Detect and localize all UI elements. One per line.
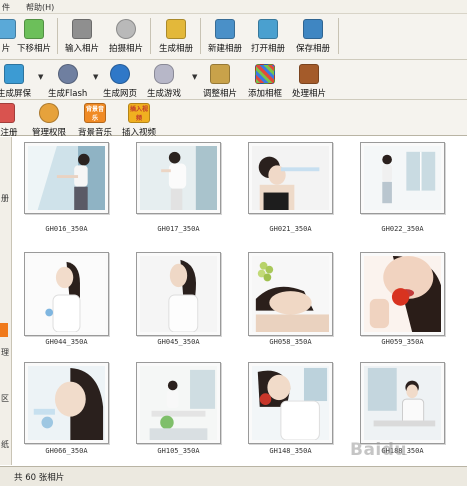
photo-image xyxy=(364,146,441,210)
photo-filename: GH059_350A xyxy=(381,338,424,346)
process-photo-button[interactable]: 处理相片 xyxy=(292,64,326,99)
move-down-photo-button[interactable]: 下移相片 xyxy=(17,19,51,54)
process-photo-icon xyxy=(299,64,319,84)
create-album-button[interactable]: 生成相册 xyxy=(159,19,193,54)
photo-image xyxy=(28,366,105,440)
new-album-button[interactable]: 新建相册 xyxy=(208,19,242,54)
photo-thumbnail[interactable] xyxy=(360,252,445,336)
photo-frame-icon xyxy=(255,64,275,84)
photo-filename: GH022_350A xyxy=(381,225,424,233)
register-button[interactable]: 户注册 xyxy=(0,103,18,138)
camera-icon xyxy=(116,19,136,39)
toolbar-separator xyxy=(200,18,201,54)
photo-filename: GH148_350A xyxy=(269,447,312,455)
menu-help[interactable]: 帮助(H) xyxy=(26,2,54,13)
adjust-photo-icon xyxy=(210,64,230,84)
photo-image xyxy=(252,146,329,210)
open-album-button[interactable]: 打开相册 xyxy=(251,19,285,54)
photo-image xyxy=(140,366,217,440)
manage-permissions-button[interactable]: 管理权限 xyxy=(32,103,66,138)
folder-photo-icon xyxy=(0,19,16,39)
photo-thumbnail[interactable] xyxy=(136,142,221,214)
output-toolbar: 生成屏保 ▼ 生成Flash ▼ 生成网页 生成游戏 ▼ 调整相片 添加相框 处… xyxy=(0,60,467,100)
status-bar: 共 60 张相片 xyxy=(0,466,467,486)
photo-filename: GH066_350A xyxy=(45,447,88,455)
create-game-button[interactable]: 生成游戏 xyxy=(147,64,181,99)
background-music-icon: 背景音乐 xyxy=(84,103,106,123)
left-panel-label[interactable]: 区 xyxy=(1,393,9,404)
import-photo-icon xyxy=(72,19,92,39)
create-screensaver-button[interactable]: 生成屏保 xyxy=(0,64,31,99)
flash-icon xyxy=(57,64,78,84)
insert-video-button[interactable]: 插入视频 插入视频 xyxy=(122,103,156,138)
left-panel-strip: 册 理 区 纸 xyxy=(0,137,12,465)
capture-photo-button[interactable]: 拍摄相片 xyxy=(109,19,143,54)
register-icon xyxy=(0,103,15,123)
photo-thumbnail[interactable] xyxy=(360,142,445,214)
ie-browser-icon xyxy=(110,64,130,84)
move-down-photo-icon xyxy=(24,19,44,39)
gamepad-icon xyxy=(154,64,174,84)
permissions-icon xyxy=(39,103,59,123)
left-panel-label[interactable]: 纸 xyxy=(1,439,9,450)
toolbar-separator xyxy=(57,18,58,54)
toolbar-separator xyxy=(150,18,151,54)
photo-thumbnail[interactable] xyxy=(248,142,333,214)
open-album-icon xyxy=(258,19,278,39)
left-panel-marker xyxy=(0,323,8,337)
photo-image xyxy=(140,146,217,210)
photo-image xyxy=(28,256,105,332)
photo-thumbnail[interactable] xyxy=(136,362,221,444)
insert-video-icon: 插入视频 xyxy=(128,103,150,123)
chevron-down-icon[interactable]: ▼ xyxy=(38,73,43,81)
screensaver-icon xyxy=(4,64,24,84)
create-flash-button[interactable]: 生成Flash xyxy=(48,64,87,99)
photo-thumbnail[interactable] xyxy=(24,362,109,444)
photo-thumbnail[interactable] xyxy=(24,252,109,336)
left-panel-label[interactable]: 理 xyxy=(1,347,9,358)
left-panel-label[interactable]: 册 xyxy=(1,193,9,204)
menu-file[interactable]: 件 xyxy=(2,2,10,13)
photo-gallery: GH016_350A GH017_350A GH021_350A GH022_3… xyxy=(13,137,467,465)
main-toolbar: 片 下移相片 输入相片 拍摄相片 生成相册 新建相册 打开相册 保存相册 xyxy=(0,14,467,60)
chevron-down-icon[interactable]: ▼ xyxy=(93,73,98,81)
photo-filename: GH105_350A xyxy=(157,447,200,455)
create-album-icon xyxy=(166,19,186,39)
photo-filename: GH017_350A xyxy=(157,225,200,233)
toolbar-separator xyxy=(338,18,339,54)
photo-filename: GH044_350A xyxy=(45,338,88,346)
photo-filename: GH058_350A xyxy=(269,338,312,346)
watermark: Baidu xyxy=(350,440,408,460)
photo-button[interactable]: 片 xyxy=(0,19,16,54)
extras-toolbar: 户注册 管理权限 背景音乐 背景音乐 插入视频 插入视频 xyxy=(0,100,467,138)
photo-filename: GH016_350A xyxy=(45,225,88,233)
adjust-photo-button[interactable]: 调整相片 xyxy=(203,64,237,99)
photo-thumbnail[interactable] xyxy=(360,362,445,444)
photo-thumbnail[interactable] xyxy=(248,252,333,336)
add-frame-button[interactable]: 添加相框 xyxy=(248,64,282,99)
import-photo-button[interactable]: 输入相片 xyxy=(65,19,99,54)
photo-filename: GH021_350A xyxy=(269,225,312,233)
save-album-icon xyxy=(303,19,323,39)
photo-count-text: 共 60 张相片 xyxy=(14,473,65,483)
photo-thumbnail[interactable] xyxy=(24,142,109,214)
photo-thumbnail[interactable] xyxy=(248,362,333,444)
photo-image xyxy=(364,366,441,440)
menu-bar: 件 帮助(H) xyxy=(0,0,467,14)
photo-image xyxy=(252,256,329,332)
photo-image xyxy=(252,366,329,440)
photo-image xyxy=(28,146,105,210)
photo-thumbnail[interactable] xyxy=(136,252,221,336)
chevron-down-icon[interactable]: ▼ xyxy=(192,73,197,81)
photo-filename: GH045_350A xyxy=(157,338,200,346)
background-music-button[interactable]: 背景音乐 背景音乐 xyxy=(78,103,112,138)
photo-image xyxy=(364,256,441,332)
new-album-icon xyxy=(215,19,235,39)
create-webpage-button[interactable]: 生成网页 xyxy=(103,64,137,99)
save-album-button[interactable]: 保存相册 xyxy=(296,19,330,54)
photo-image xyxy=(140,256,217,332)
